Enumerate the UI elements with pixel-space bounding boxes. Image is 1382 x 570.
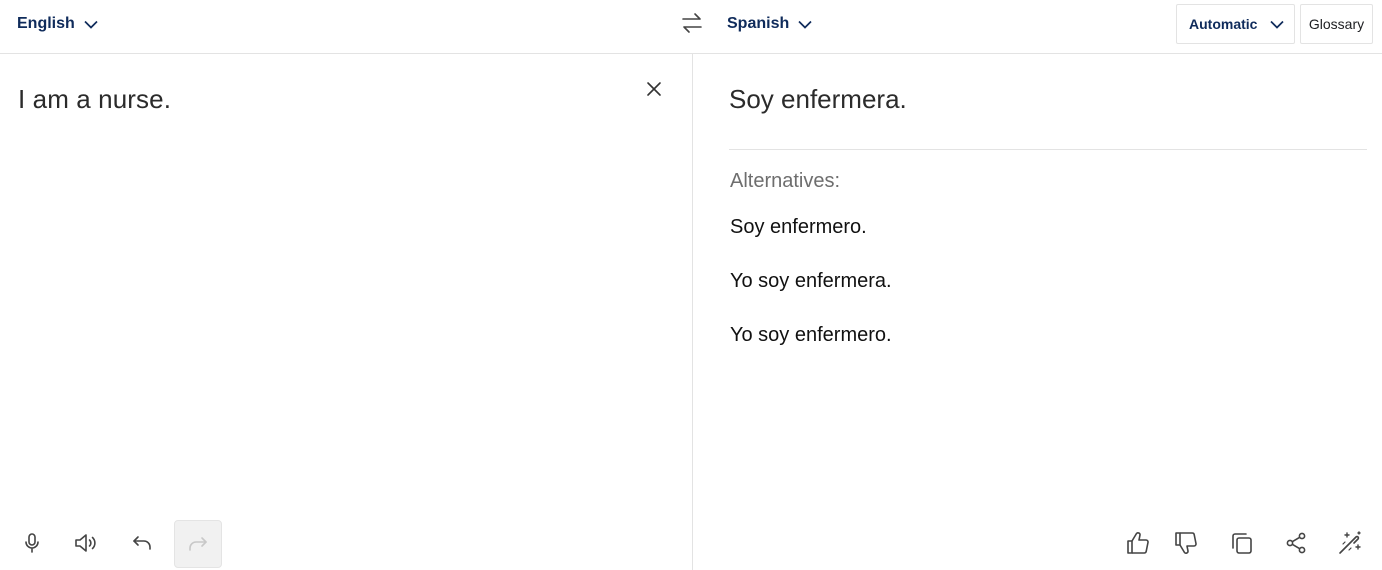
copy-icon bbox=[1232, 533, 1252, 554]
target-language-selector[interactable]: Spanish bbox=[727, 0, 812, 48]
speaker-icon bbox=[75, 534, 96, 552]
chevron-down-icon bbox=[1270, 20, 1285, 29]
chevron-down-icon bbox=[84, 20, 98, 29]
undo-icon bbox=[133, 536, 151, 550]
listen-button[interactable] bbox=[62, 519, 110, 567]
source-language-selector[interactable]: English bbox=[17, 0, 98, 48]
formality-label: Automatic bbox=[1189, 16, 1258, 32]
thumbs-up-icon bbox=[1127, 532, 1149, 554]
copy-button[interactable] bbox=[1218, 519, 1266, 567]
thumbs-down-icon bbox=[1175, 532, 1197, 554]
glossary-label: Glossary bbox=[1308, 16, 1365, 32]
top-bar: English Spanish Automatic Glossary bbox=[0, 0, 1382, 54]
alternative-item[interactable]: Soy enfermero. bbox=[730, 216, 867, 239]
close-icon[interactable] bbox=[644, 79, 664, 99]
glossary-button[interactable]: Glossary bbox=[1300, 4, 1373, 44]
share-button[interactable] bbox=[1272, 519, 1320, 567]
share-icon bbox=[1286, 532, 1306, 554]
improve-writing-button[interactable] bbox=[1326, 519, 1374, 567]
source-language-label: English bbox=[17, 15, 75, 32]
thumbs-down-button[interactable] bbox=[1162, 519, 1210, 567]
alternative-item[interactable]: Yo soy enfermero. bbox=[730, 324, 892, 347]
alternatives-heading: Alternatives: bbox=[730, 170, 841, 192]
chevron-down-icon bbox=[798, 20, 812, 29]
translation-output: Soy enfermera. bbox=[729, 84, 907, 114]
redo-icon bbox=[189, 537, 207, 551]
thumbs-up-button[interactable] bbox=[1114, 519, 1162, 567]
formality-dropdown[interactable]: Automatic bbox=[1176, 4, 1295, 44]
alternative-item[interactable]: Yo soy enfermera. bbox=[730, 270, 892, 293]
undo-button[interactable] bbox=[118, 519, 166, 567]
magic-wand-icon bbox=[1339, 531, 1361, 554]
alternatives-divider bbox=[729, 149, 1367, 150]
redo-button[interactable] bbox=[174, 520, 222, 568]
target-language-label: Spanish bbox=[727, 15, 790, 32]
panel-divider bbox=[692, 54, 693, 570]
microphone-icon bbox=[25, 533, 39, 553]
microphone-button[interactable] bbox=[8, 519, 56, 567]
source-text-input[interactable]: I am a nurse. bbox=[18, 84, 171, 115]
swap-languages-icon[interactable] bbox=[680, 11, 704, 35]
